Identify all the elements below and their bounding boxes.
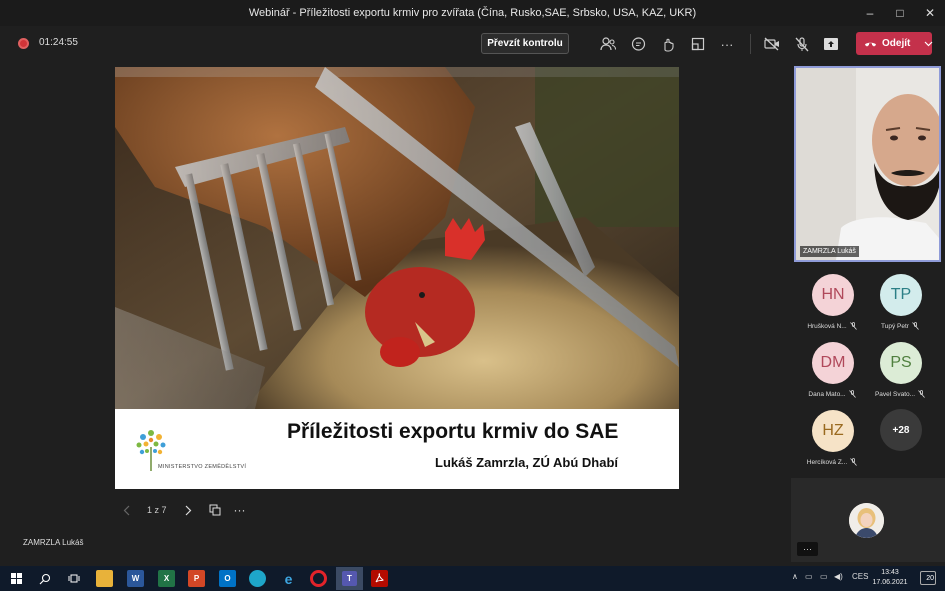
window-title: Webinář - Příležitosti exportu krmiv pro… xyxy=(248,7,697,19)
edge-icon[interactable] xyxy=(249,570,266,587)
participant-tile[interactable]: TP Tupý Petr xyxy=(866,274,934,336)
chevron-down-icon[interactable] xyxy=(924,41,933,47)
participant-avatar: DM xyxy=(812,342,854,384)
network-icon[interactable]: ▭ xyxy=(805,572,813,581)
participant-name-row: Hercíková Z... xyxy=(798,458,866,466)
close-button[interactable]: ✕ xyxy=(915,0,945,26)
window-controls: – □ ✕ xyxy=(855,0,945,26)
next-slide-icon[interactable] xyxy=(185,505,192,516)
slide-navigation: 1 z 7 ··· xyxy=(115,501,246,519)
taskbar-clock[interactable]: 13:43 17.06.2021 xyxy=(870,568,910,588)
participant-name: Tupý Petr xyxy=(881,322,909,330)
file-explorer-icon[interactable] xyxy=(96,570,113,587)
mic-muted-icon xyxy=(849,322,857,330)
more-options-icon[interactable]: ··· xyxy=(717,34,737,54)
volume-icon[interactable]: ◀) xyxy=(834,572,843,581)
participant-avatar: PS xyxy=(880,342,922,384)
shared-content-stage: MINISTERSTVO ZEMĚDĚLSTVÍ Příležitosti ex… xyxy=(0,62,791,562)
share-screen-icon[interactable] xyxy=(821,34,841,54)
prev-slide-icon[interactable] xyxy=(123,505,130,516)
maximize-button[interactable]: □ xyxy=(885,0,915,26)
notification-center-icon[interactable]: 20 xyxy=(920,571,936,585)
camera-off-icon[interactable] xyxy=(762,34,782,54)
participant-avatar: HN xyxy=(812,274,854,316)
opera-icon[interactable] xyxy=(310,570,327,587)
toolbar-divider xyxy=(750,34,751,54)
slide-subtitle: Lukáš Zamrzla, ZÚ Abú Dhabí xyxy=(435,455,618,470)
meeting-timer: 01:24:55 xyxy=(39,37,78,48)
participant-name: Dana Mato... xyxy=(808,390,846,398)
participant-avatar: HZ xyxy=(812,410,854,452)
clock-time: 13:43 xyxy=(881,569,899,576)
speaker-video[interactable]: ZAMRZLA Lukáš xyxy=(794,66,941,262)
ministry-name: MINISTERSTVO ZEMĚDĚLSTVÍ xyxy=(158,464,247,470)
participant-name-row: Tupý Petr xyxy=(866,322,934,330)
participants-icon[interactable] xyxy=(598,34,618,54)
clock-date: 17.06.2021 xyxy=(872,579,908,586)
participant-tile[interactable]: PS Pavel Svato... xyxy=(866,342,934,404)
language-indicator[interactable]: CES xyxy=(852,572,868,581)
rooms-icon[interactable] xyxy=(688,34,708,54)
presentation-slide: MINISTERSTVO ZEMĚDĚLSTVÍ Příležitosti ex… xyxy=(115,67,679,489)
meeting-toolbar: 01:24:55 Převzít kontrolu ··· Odejít xyxy=(0,26,945,62)
tray-chevron-icon[interactable]: ∧ xyxy=(792,572,798,581)
mic-muted-icon xyxy=(918,390,925,398)
slide-photo xyxy=(115,67,679,409)
take-control-button[interactable]: Převzít kontrolu xyxy=(481,33,569,54)
chat-icon[interactable] xyxy=(628,34,648,54)
participant-name: Hrušková N... xyxy=(807,322,847,330)
participant-avatar: TP xyxy=(880,274,922,316)
overflow-button[interactable]: ··· xyxy=(797,542,818,556)
reactions-icon[interactable] xyxy=(658,34,678,54)
task-view-icon[interactable] xyxy=(65,570,82,587)
participant-name-row: Dana Mato... xyxy=(798,390,866,398)
search-icon[interactable] xyxy=(36,570,53,587)
participant-name: Hercíková Z... xyxy=(806,458,848,466)
presenter-name: ZAMRZLA Lukáš xyxy=(23,538,84,547)
windows-start-icon[interactable] xyxy=(8,570,25,587)
powerpoint-icon[interactable]: P xyxy=(188,570,205,587)
battery-icon[interactable]: ▭ xyxy=(820,572,828,581)
minimize-button[interactable]: – xyxy=(855,0,885,26)
participant-tile[interactable]: HN Hrušková N... xyxy=(798,274,866,336)
more-participants-button[interactable]: +28 xyxy=(880,409,922,451)
hangup-icon xyxy=(864,40,877,47)
recording-icon xyxy=(18,38,29,49)
participant-tile[interactable]: DM Dana Mato... xyxy=(798,342,866,404)
leave-label: Odejít xyxy=(882,38,911,49)
window-titlebar: Webinář - Příležitosti exportu krmiv pro… xyxy=(0,0,945,26)
internet-explorer-icon[interactable]: e xyxy=(280,570,297,587)
leave-button[interactable]: Odejít xyxy=(856,32,933,55)
teams-taskbar-button[interactable]: T xyxy=(336,567,363,590)
notification-count: 20 xyxy=(926,574,934,582)
outlook-icon[interactable]: O xyxy=(219,570,236,587)
mic-muted-icon xyxy=(850,458,858,466)
teams-icon: T xyxy=(342,571,357,586)
slides-grid-icon[interactable] xyxy=(209,504,221,516)
windows-taskbar: W X P O e T ∧ ▭ ▭ ◀) CES 13:43 17.06.202… xyxy=(0,566,945,591)
participant-name: Pavel Svato... xyxy=(874,390,916,398)
slide-page-indicator: 1 z 7 xyxy=(147,505,167,515)
excel-icon[interactable]: X xyxy=(158,570,175,587)
speaker-name-label: ZAMRZLA Lukáš xyxy=(800,246,859,257)
participant-name-row: Pavel Svato... xyxy=(866,390,934,398)
slide-more-icon[interactable]: ··· xyxy=(234,503,246,517)
mic-muted-icon xyxy=(912,322,919,330)
self-view-avatar[interactable] xyxy=(849,503,884,538)
mic-muted-icon xyxy=(848,390,856,398)
participant-name-row: Hrušková N... xyxy=(798,322,866,330)
mic-off-icon[interactable] xyxy=(792,34,812,54)
slide-title: Příležitosti exportu krmiv do SAE xyxy=(287,420,619,443)
participant-tile[interactable]: HZ Hercíková Z... xyxy=(798,410,866,472)
pdf-reader-icon[interactable] xyxy=(371,570,388,587)
word-icon[interactable]: W xyxy=(127,570,144,587)
